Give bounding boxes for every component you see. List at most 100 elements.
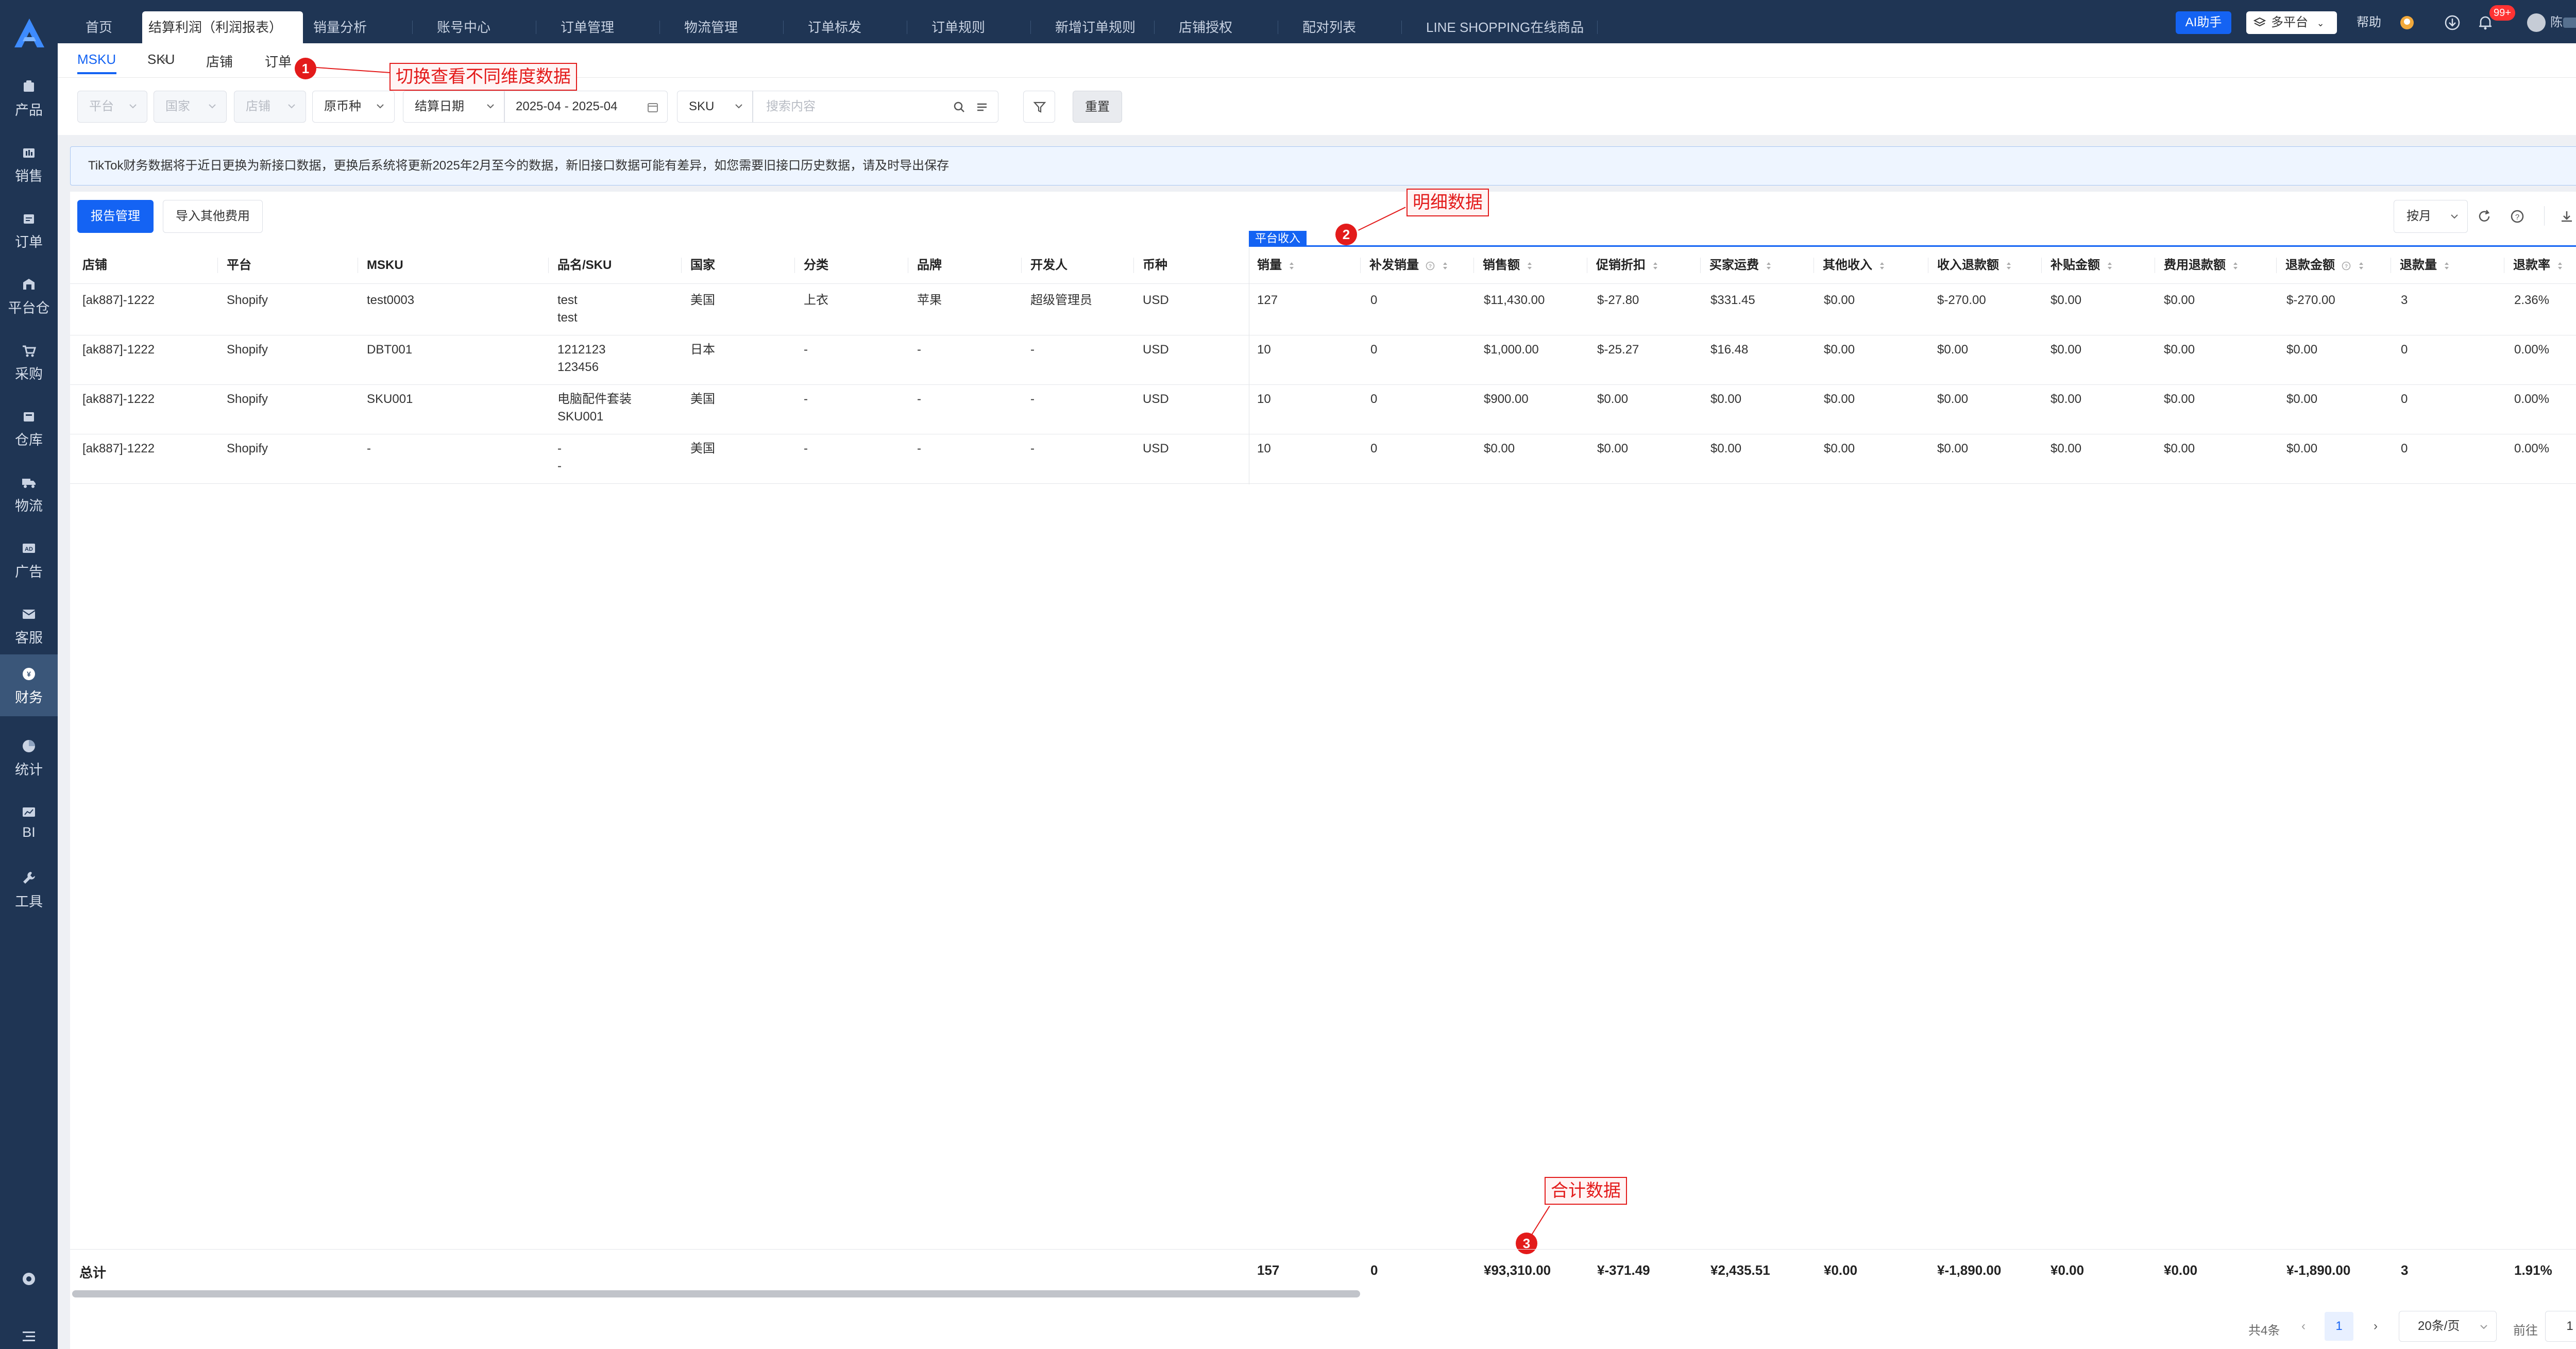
cell-refund-rate: 0.00% [2514, 343, 2550, 357]
refresh-icon[interactable] [2476, 208, 2493, 225]
tab-pairing-list[interactable]: 配对列表 [1296, 11, 1362, 43]
sort-icon[interactable] [1652, 261, 1659, 271]
sort-icon[interactable] [2556, 261, 2564, 271]
sidebar-item-logistics[interactable]: 物流 [0, 463, 58, 525]
subtab-sku[interactable]: SKU [147, 52, 175, 68]
column-header-subsidy[interactable]: 补贴金额 [2050, 252, 2113, 278]
list-options-icon[interactable] [975, 100, 989, 114]
download-icon[interactable] [2443, 13, 2462, 32]
sidebar-item-finance[interactable]: ¥ 财务 [0, 654, 58, 716]
column-header-sales[interactable]: 销售额 [1483, 252, 1533, 278]
tab-account-center[interactable]: 账号中心 [431, 11, 497, 43]
platform-select-value: 平台 [89, 99, 114, 113]
sidebar-item-warehouse[interactable]: 仓库 [0, 397, 58, 459]
sidebar-item-product[interactable]: 产品 [0, 67, 58, 129]
sort-icon[interactable] [1878, 261, 1886, 271]
order-icon [24, 214, 34, 224]
column-header-name-sku: 品名/SKU [557, 258, 612, 272]
help-link[interactable]: 帮助 [2357, 11, 2381, 34]
tab-separator [783, 21, 784, 34]
sidebar-item-purchase[interactable]: 采购 [0, 331, 58, 393]
page-size-select[interactable]: 20条/页 [2399, 1311, 2497, 1342]
prev-page-icon[interactable]: ‹ [2296, 1312, 2311, 1341]
tab-order-rules[interactable]: 订单规则 [925, 11, 991, 43]
multi-platform-button[interactable]: 多平台 ⌄ [2246, 11, 2337, 34]
column-header-other-income[interactable]: 其他收入 [1823, 252, 1886, 278]
sidebar-item-ads[interactable]: AD 广告 [0, 529, 58, 591]
cell-subsidy: $0.00 [2050, 392, 2082, 406]
column-separator [681, 258, 682, 273]
sort-icon[interactable] [2443, 261, 2450, 271]
tab-order-management[interactable]: 订单管理 [554, 11, 620, 43]
import-other-fees-button[interactable]: 导入其他费用 [163, 200, 263, 233]
sort-icon[interactable] [1526, 261, 1533, 271]
subtab-shop[interactable]: 店铺 [206, 52, 233, 71]
settings-gear-icon[interactable] [20, 1270, 38, 1288]
next-page-icon[interactable]: › [2368, 1312, 2383, 1341]
export-download-icon[interactable] [2558, 208, 2575, 225]
tab-logistics-management[interactable]: 物流管理 [678, 11, 744, 43]
sort-icon[interactable] [1442, 261, 1449, 271]
column-header-fee-refund[interactable]: 费用退款额 [2164, 252, 2239, 278]
sort-icon[interactable] [2106, 261, 2113, 271]
date-type-select[interactable]: 结算日期 [403, 91, 505, 123]
column-header-refund-rate[interactable]: 退款率 [2513, 252, 2564, 278]
sort-icon[interactable] [1765, 261, 1772, 271]
sort-icon[interactable] [1288, 261, 1295, 271]
search-input[interactable]: 搜索内容 [752, 91, 998, 123]
sort-icon[interactable] [2005, 261, 2012, 271]
info-icon[interactable]: ? [2341, 261, 2351, 271]
sort-icon[interactable] [2358, 261, 2365, 271]
help-circle-icon[interactable]: ? [2509, 208, 2526, 225]
column-header-resend-qty[interactable]: 补发销量? [1369, 252, 1449, 278]
goto-page-input[interactable]: 1 [2545, 1311, 2576, 1342]
search-field-select[interactable]: SKU [677, 91, 753, 123]
currency-select[interactable]: 原币种 [312, 91, 395, 123]
column-header-refund-qty[interactable]: 退款量 [2400, 252, 2450, 278]
app-logo-icon[interactable] [11, 15, 47, 52]
tab-settlement-profit[interactable]: 结算利润（利润报表）✕ [142, 11, 303, 66]
sidebar-item-sales[interactable]: 销售 [0, 133, 58, 195]
total-promo: ¥-371.49 [1597, 1262, 1650, 1278]
country-select[interactable]: 国家 [154, 91, 227, 123]
tab-sales-analysis[interactable]: 销量分析 [307, 11, 373, 43]
cell-shipping: $16.48 [1710, 343, 1749, 357]
info-icon[interactable]: ? [1425, 261, 1435, 271]
tab-home[interactable]: 首页 [79, 11, 118, 43]
cell-currency: USD [1143, 343, 1169, 357]
page-button-current[interactable]: 1 [2325, 1312, 2353, 1341]
column-header-qty[interactable]: 销量 [1257, 252, 1295, 278]
column-header-promo-discount[interactable]: 促销折扣 [1596, 252, 1659, 278]
column-header-refund-amount[interactable]: 退款金额? [2285, 252, 2365, 278]
customer-support-icon[interactable] [2398, 13, 2416, 32]
tab-shop-authorization[interactable]: 店铺授权 [1173, 11, 1239, 43]
ai-assistant-button[interactable]: AI助手 [2176, 11, 2231, 34]
sidebar-item-order[interactable]: 订单 [0, 199, 58, 261]
sort-icon[interactable] [2232, 261, 2239, 271]
search-icon[interactable] [953, 100, 966, 114]
tab-order-marking[interactable]: 订单标发 [802, 11, 868, 43]
user-avatar[interactable] [2527, 13, 2546, 32]
column-header-buyer-shipping[interactable]: 买家运费 [1709, 252, 1772, 278]
user-name[interactable]: 陈 [2550, 11, 2563, 34]
tab-new-order-rule[interactable]: 新增订单规则 [1049, 11, 1142, 43]
reset-button[interactable]: 重置 [1073, 91, 1122, 123]
column-header-income-refund[interactable]: 收入退款额 [1937, 252, 2012, 278]
report-management-button[interactable]: 报告管理 [77, 200, 154, 233]
platform-select[interactable]: 平台 [77, 91, 147, 123]
sidebar-item-tools[interactable]: 工具 [0, 858, 58, 920]
sidebar-item-statistics[interactable]: 统计 [0, 727, 58, 788]
subtab-msku[interactable]: MSKU [77, 52, 116, 68]
collapse-menu-icon[interactable] [20, 1327, 38, 1346]
subtab-order[interactable]: 订单 [265, 52, 292, 71]
advanced-filter-button[interactable] [1023, 91, 1055, 123]
sidebar-item-platform-warehouse[interactable]: 平台仓 [0, 265, 58, 327]
tab-line-shopping[interactable]: LINE SHOPPING在线商品 [1420, 11, 1590, 43]
period-select[interactable]: 按月 [2394, 200, 2468, 233]
date-range-picker[interactable]: 2025-04 - 2025-04 [504, 91, 668, 123]
horizontal-scrollbar[interactable] [72, 1290, 1360, 1297]
shop-select[interactable]: 店铺 [234, 91, 306, 123]
column-header-country: 国家 [690, 258, 715, 272]
sidebar-item-bi[interactable]: BI [0, 792, 58, 854]
sidebar-item-customer-service[interactable]: 客服 [0, 595, 58, 656]
